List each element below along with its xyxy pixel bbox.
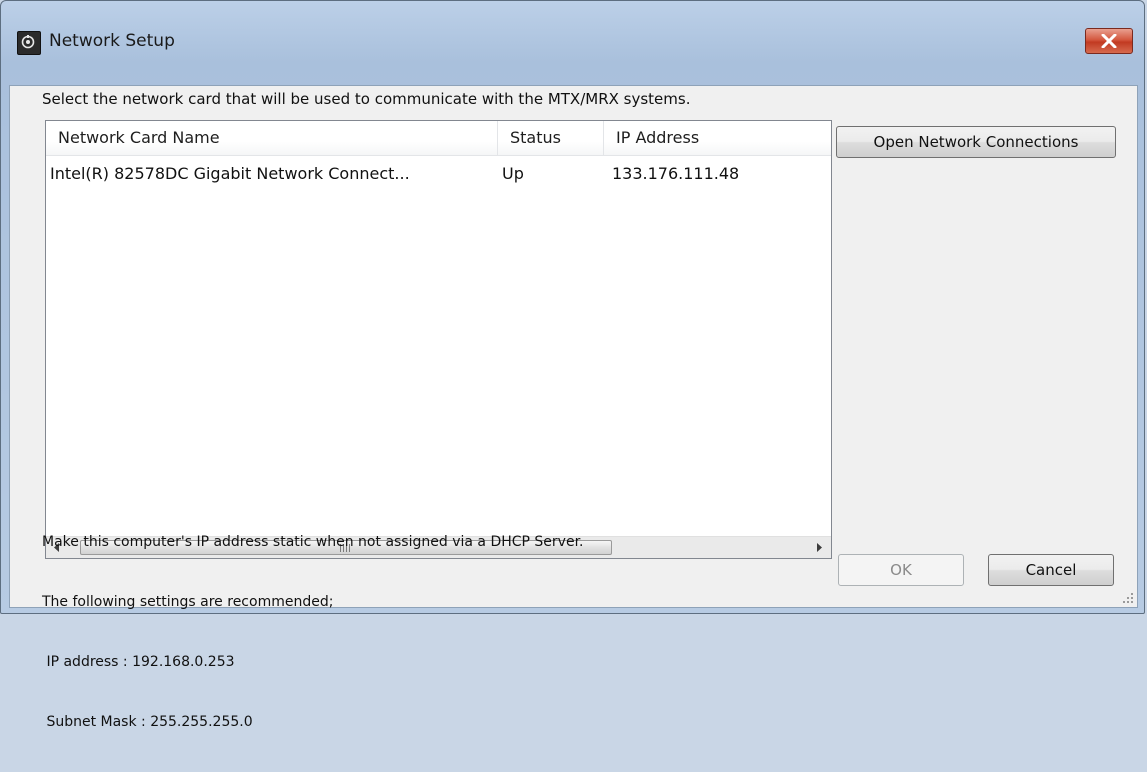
window-title: Network Setup <box>49 31 175 51</box>
dialog-client-area: Select the network card that will be use… <box>9 85 1138 730</box>
cell-status: Up <box>502 164 524 183</box>
list-header: Network Card Name Status IP Address <box>46 121 831 156</box>
column-header-network-card-name[interactable]: Network Card Name <box>46 121 498 155</box>
resize-grip-icon[interactable] <box>1122 592 1134 604</box>
cancel-button[interactable]: Cancel <box>988 554 1114 586</box>
note-subnet-mask: Subnet Mask : 255.255.255.0 <box>42 714 253 730</box>
column-header-status[interactable]: Status <box>498 121 604 155</box>
chevron-right-icon <box>817 543 822 552</box>
note-line-2: The following settings are recommended; <box>42 594 334 610</box>
note-line-1: Make this computer's IP address static w… <box>42 534 584 550</box>
instruction-text: Select the network card that will be use… <box>42 90 691 108</box>
static-ip-note: Make this computer's IP address static w… <box>42 492 584 772</box>
title-bar[interactable]: Network Setup <box>1 1 1144 85</box>
note-ip-address: IP address : 192.168.0.253 <box>42 654 235 670</box>
close-icon <box>1101 34 1117 48</box>
scroll-right-button[interactable] <box>809 537 831 558</box>
ok-button[interactable]: OK <box>838 554 964 586</box>
open-network-connections-button[interactable]: Open Network Connections <box>836 126 1116 158</box>
app-icon <box>17 31 41 55</box>
table-row[interactable]: Intel(R) 82578DC Gigabit Network Connect… <box>46 159 831 189</box>
cell-network-card-name: Intel(R) 82578DC Gigabit Network Connect… <box>50 164 410 183</box>
close-button[interactable] <box>1085 28 1133 54</box>
cell-ip-address: 133.176.111.48 <box>612 164 740 183</box>
column-header-ip-address[interactable]: IP Address <box>604 121 764 155</box>
network-setup-dialog: Network Setup Select the network card th… <box>0 0 1145 730</box>
